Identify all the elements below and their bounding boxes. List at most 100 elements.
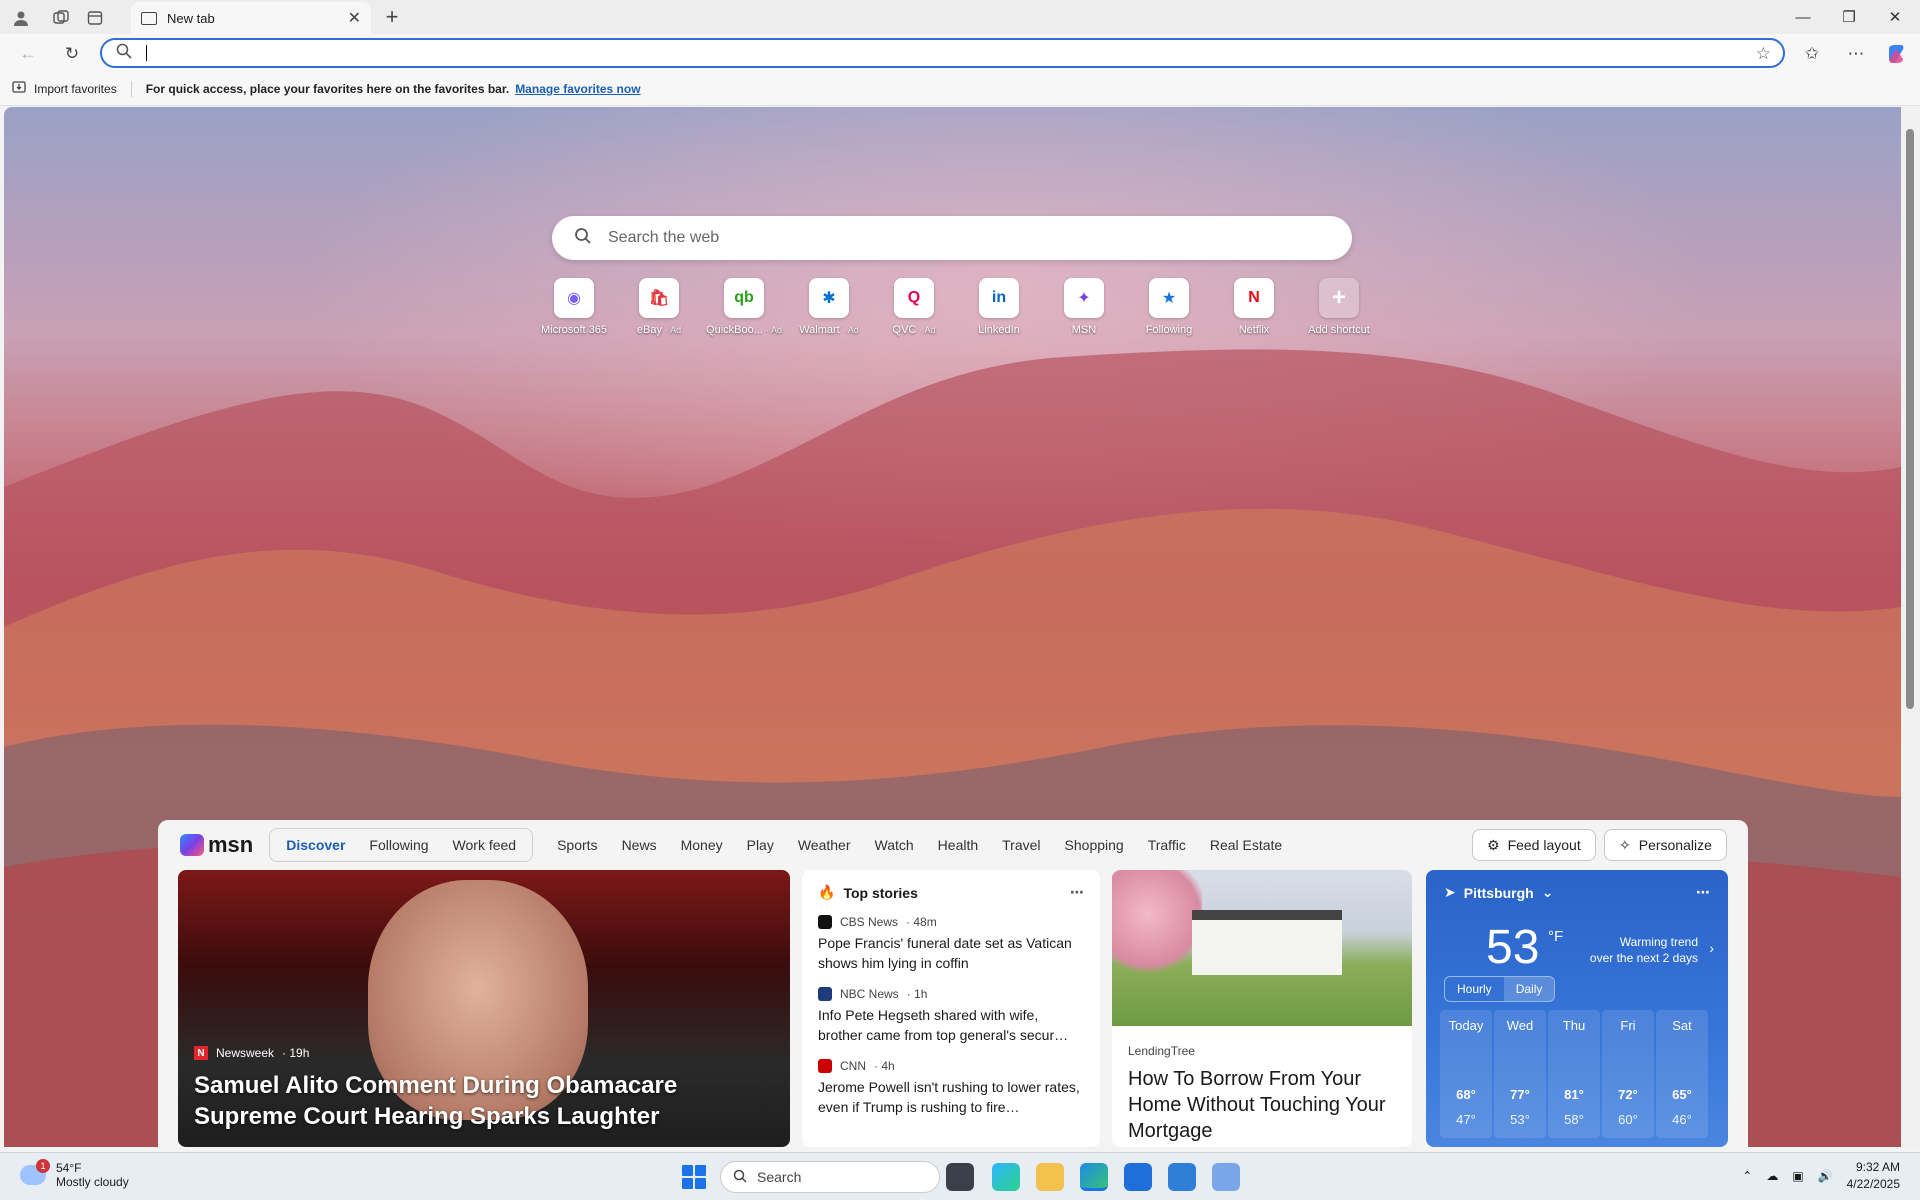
forecast-day[interactable]: Sat 65° 46° (1656, 1010, 1708, 1138)
app-icon[interactable] (1212, 1163, 1240, 1191)
edge-icon[interactable] (1080, 1163, 1108, 1191)
promo-title[interactable]: How To Borrow From Your Home Without Tou… (1128, 1066, 1396, 1144)
tab-sports[interactable]: Sports (557, 837, 597, 853)
import-favorites-label: Import favorites (34, 81, 117, 96)
minimize-button[interactable]: ― (1780, 4, 1826, 30)
tab-travel[interactable]: Travel (1002, 837, 1040, 853)
chevron-right-icon[interactable]: › (1709, 940, 1714, 956)
taskbar-search[interactable]: Search (720, 1161, 940, 1193)
favorites-icon[interactable]: ✩ (1800, 42, 1824, 66)
hourly-button[interactable]: Hourly (1445, 977, 1504, 1001)
forecast-day[interactable]: Today 68° 47° (1440, 1010, 1492, 1138)
start-button[interactable] (682, 1165, 706, 1189)
page-scrollbar[interactable] (1901, 107, 1920, 1147)
tab-work-feed[interactable]: Work feed (441, 837, 529, 853)
top-stories-card: 🔥 Top stories ⋯ CBS News · 48m Pope Franc… (802, 870, 1100, 1147)
refresh-button[interactable]: ↻ (60, 42, 84, 66)
shortcut-tile[interactable]: ✱ Walmart · Ad (787, 278, 871, 336)
scrollbar-thumb[interactable] (1906, 129, 1914, 709)
day-name: Wed (1506, 1018, 1534, 1033)
story-item[interactable]: NBC News · 1h Info Pete Hegseth shared wi… (818, 987, 1084, 1045)
tab-watch[interactable]: Watch (875, 837, 914, 853)
forecast-day[interactable]: Thu 81° 58° (1548, 1010, 1600, 1138)
tab-weather[interactable]: Weather (798, 837, 851, 853)
story-title[interactable]: Jerome Powell isn't rushing to lower rat… (818, 1077, 1084, 1117)
temp-unit[interactable]: °F (1548, 928, 1563, 945)
close-window-button[interactable]: ✕ (1872, 4, 1918, 30)
file-explorer-icon[interactable] (1036, 1163, 1064, 1191)
tab-play[interactable]: Play (747, 837, 774, 853)
shortcut-tile[interactable]: qb QuickBoo... · Ad (702, 278, 786, 336)
msn-logo[interactable]: msn (180, 832, 253, 858)
network-icon[interactable]: ▣ (1792, 1169, 1803, 1183)
weather-trend[interactable]: Warming trend over the next 2 days (1590, 934, 1698, 966)
shortcut-tile[interactable]: Q QVC · Ad (872, 278, 956, 336)
taskbar-weather-widget[interactable]: 1 54°F Mostly cloudy (20, 1159, 129, 1189)
manage-favorites-link[interactable]: Manage favorites now (515, 82, 640, 96)
story-age: · 48m (906, 915, 937, 929)
feed-layout-label: Feed layout (1507, 837, 1581, 853)
shortcut-tile[interactable]: 🛍 eBay · Ad (617, 278, 701, 336)
tab-new-tab[interactable]: New tab ✕ (131, 2, 371, 34)
day-name: Today (1448, 1018, 1484, 1033)
close-tab-icon[interactable]: ✕ (348, 8, 361, 28)
feed-layout-button[interactable]: ⚙ Feed layout (1472, 829, 1596, 861)
more-options-icon[interactable]: ⋯ (1070, 884, 1084, 901)
restore-button[interactable]: ❐ (1826, 4, 1872, 30)
personalize-button[interactable]: ✧ Personalize (1604, 829, 1727, 861)
story-title[interactable]: Info Pete Hegseth shared with wife, brot… (818, 1005, 1084, 1045)
clock[interactable]: 9:32 AM 4/22/2025 (1847, 1159, 1900, 1193)
tab-shopping[interactable]: Shopping (1065, 837, 1124, 853)
profile-icon[interactable] (10, 7, 32, 29)
shortcut-tile[interactable]: ✦ MSN (1042, 278, 1126, 336)
tab-health[interactable]: Health (938, 837, 978, 853)
address-bar[interactable]: ☆ (100, 38, 1785, 68)
flame-icon: 🔥 (818, 884, 836, 900)
workspaces-icon[interactable] (50, 7, 72, 29)
task-view-icon[interactable] (946, 1163, 974, 1191)
copilot-icon[interactable] (1884, 42, 1908, 66)
tab-money[interactable]: Money (681, 837, 723, 853)
shortcut-tile[interactable]: in LinkedIn (957, 278, 1041, 336)
more-options-icon[interactable]: ⋯ (1696, 884, 1710, 901)
tab-actions-icon[interactable] (84, 7, 106, 29)
settings-more-icon[interactable]: ⋯ (1844, 42, 1868, 66)
shortcut-label: QVC · Ad (872, 324, 956, 336)
forecast-day[interactable]: Wed 77° 53° (1494, 1010, 1546, 1138)
shortcut-tile[interactable]: + Add shortcut (1297, 278, 1381, 336)
story-title[interactable]: Pope Francis' funeral date set as Vatica… (818, 933, 1084, 973)
tab-traffic[interactable]: Traffic (1148, 837, 1186, 853)
onedrive-icon[interactable]: ☁ (1766, 1169, 1778, 1183)
following-icon: ★ (1149, 278, 1189, 318)
favorite-star-icon[interactable]: ☆ (1756, 44, 1771, 64)
microsoft-365-icon: ◉ (554, 278, 594, 318)
hero-title[interactable]: Samuel Alito Comment During Obamacare Su… (194, 1070, 784, 1132)
new-tab-button[interactable]: + (380, 4, 404, 29)
copilot-app-icon[interactable] (992, 1163, 1020, 1191)
back-button[interactable]: ← (16, 42, 40, 66)
weather-location-name: Pittsburgh (1463, 884, 1534, 901)
vscode-icon[interactable] (1168, 1163, 1196, 1191)
chevron-up-icon[interactable]: ⌃ (1742, 1169, 1752, 1183)
story-item[interactable]: CNN · 4h Jerome Powell isn't rushing to l… (818, 1059, 1084, 1117)
volume-icon[interactable]: 🔊 (1818, 1169, 1833, 1183)
trend-line-2: over the next 2 days (1589, 951, 1698, 965)
store-icon[interactable] (1124, 1163, 1152, 1191)
web-search-box[interactable]: Search the web (552, 216, 1352, 260)
shortcut-tile[interactable]: ★ Following (1127, 278, 1211, 336)
import-favorites-button[interactable]: Import favorites (12, 80, 117, 97)
tab-following[interactable]: Following (357, 837, 440, 853)
story-item[interactable]: CBS News · 48m Pope Francis' funeral date… (818, 915, 1084, 973)
sponsored-card[interactable]: LendingTree How To Borrow From Your Home… (1112, 870, 1412, 1147)
hero-story-card[interactable]: N Newsweek · 19h Samuel Alito Comment Du… (178, 870, 790, 1147)
daily-forecast: Today 68° 47° Wed 77° 53° Thu 81° 58° Fri 72° 60… (1440, 1010, 1708, 1138)
tab-real-estate[interactable]: Real Estate (1210, 837, 1282, 853)
tab-discover[interactable]: Discover (274, 837, 357, 853)
daily-button[interactable]: Daily (1503, 977, 1555, 1001)
shortcut-tile[interactable]: ◉ Microsoft 365 (532, 278, 616, 336)
shortcut-tile[interactable]: N Netflix (1212, 278, 1296, 336)
weather-location[interactable]: ➤ Pittsburgh ⌄ ⋯ (1444, 884, 1710, 901)
forecast-day[interactable]: Fri 72° 60° (1602, 1010, 1654, 1138)
day-high: 77° (1510, 1087, 1530, 1102)
tab-news[interactable]: News (622, 837, 657, 853)
